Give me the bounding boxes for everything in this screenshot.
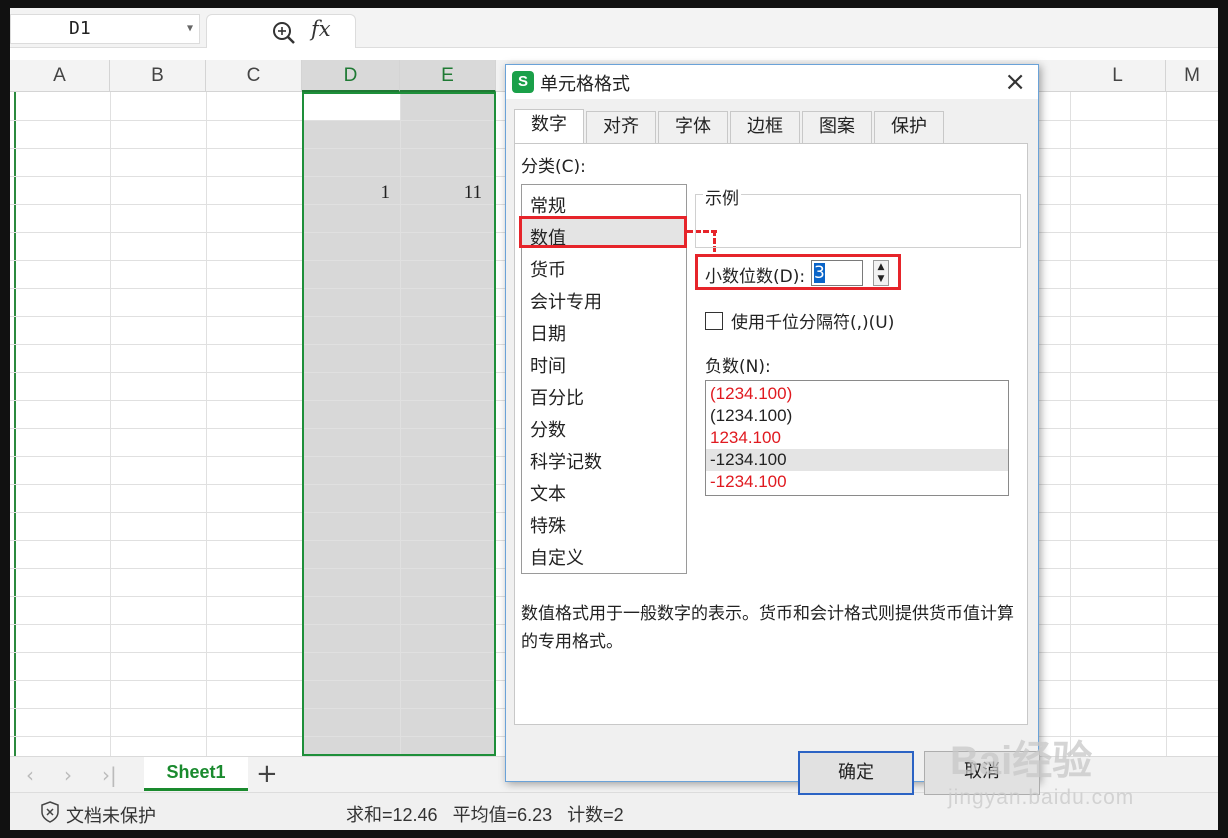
negative-numbers-list[interactable]: (1234.100) (1234.100) 1234.100 -1234.100… bbox=[705, 380, 1009, 496]
negative-numbers-label: 负数(N): bbox=[705, 357, 771, 377]
dialog-title-bar[interactable]: S 单元格格式 × bbox=[506, 65, 1038, 99]
category-fraction[interactable]: 分数 bbox=[530, 416, 566, 442]
shield-icon bbox=[40, 801, 60, 828]
active-cell-d1[interactable] bbox=[304, 92, 400, 120]
chevron-down-icon[interactable]: ▼ bbox=[187, 15, 193, 43]
function-icon[interactable]: fx bbox=[311, 17, 331, 41]
negative-option[interactable]: (1234.100) bbox=[706, 405, 1008, 427]
category-special[interactable]: 特殊 bbox=[530, 512, 566, 538]
grid-line bbox=[400, 92, 401, 756]
category-custom[interactable]: 自定义 bbox=[530, 544, 584, 570]
close-icon[interactable]: × bbox=[1004, 67, 1026, 97]
grid-line bbox=[1166, 92, 1167, 756]
tab-protection[interactable]: 保护 bbox=[874, 111, 944, 143]
tab-border[interactable]: 边框 bbox=[730, 111, 800, 143]
name-box[interactable]: D1 ▼ bbox=[10, 14, 200, 44]
spinner-down-icon[interactable]: ▼ bbox=[874, 273, 888, 285]
column-header-d[interactable]: D bbox=[302, 60, 400, 92]
last-sheet-icon[interactable]: ›| bbox=[102, 763, 117, 787]
zoom-search-icon[interactable] bbox=[271, 20, 297, 50]
negative-option[interactable]: (1234.100) bbox=[706, 383, 1008, 405]
category-date[interactable]: 日期 bbox=[530, 320, 566, 346]
sample-group bbox=[695, 194, 1021, 248]
thousands-separator-checkbox[interactable] bbox=[705, 311, 723, 330]
cancel-button[interactable]: 取消 bbox=[924, 751, 1040, 795]
number-tab-panel: 分类(C): 常规 数值 货币 会计专用 日期 时间 百分比 分数 科学记数 文… bbox=[514, 143, 1028, 725]
format-cells-dialog: S 单元格格式 × 数字 对齐 字体 边框 图案 保护 分类(C): 常规 数值… bbox=[505, 64, 1040, 795]
column-header-m[interactable]: M bbox=[1166, 60, 1218, 92]
average-stat: 平均值=6.23 bbox=[452, 805, 553, 825]
thousands-separator-option[interactable]: 使用千位分隔符(,)(U) bbox=[705, 308, 894, 333]
selection-stats: 求和=12.46 平均值=6.23 计数=2 bbox=[346, 801, 634, 827]
decimal-places-input[interactable]: 3 bbox=[811, 260, 863, 286]
category-list[interactable]: 常规 数值 货币 会计专用 日期 时间 百分比 分数 科学记数 文本 特殊 自定… bbox=[521, 184, 687, 574]
column-header-b[interactable]: B bbox=[110, 60, 206, 92]
wps-logo-icon: S bbox=[512, 71, 534, 93]
column-header-e[interactable]: E bbox=[400, 60, 496, 92]
category-general[interactable]: 常规 bbox=[530, 192, 566, 218]
sample-label: 示例 bbox=[703, 184, 741, 209]
dialog-title: 单元格格式 bbox=[540, 74, 630, 95]
category-percentage[interactable]: 百分比 bbox=[530, 384, 584, 410]
sum-stat: 求和=12.46 bbox=[346, 805, 438, 825]
grid-line bbox=[206, 92, 207, 756]
category-text[interactable]: 文本 bbox=[530, 480, 566, 506]
decimal-places-label: 小数位数(D): bbox=[705, 267, 806, 287]
category-time[interactable]: 时间 bbox=[530, 352, 566, 378]
spreadsheet-window: D1 ▼ fx A B C D E L M 1 11 ‹ › ›| Sheet1… bbox=[10, 8, 1218, 830]
tab-number[interactable]: 数字 bbox=[514, 109, 584, 143]
format-description: 数值格式用于一般数字的表示。货币和会计格式则提供货币值计算的专用格式。 bbox=[521, 604, 1014, 652]
decimal-places-value: 3 bbox=[814, 263, 825, 283]
count-stat: 计数=2 bbox=[567, 805, 624, 825]
negative-option[interactable]: 1234.100 bbox=[706, 427, 1008, 449]
chevron-left-icon[interactable]: ‹ bbox=[26, 763, 34, 787]
category-label: 分类(C): bbox=[521, 157, 586, 177]
ok-button[interactable]: 确定 bbox=[798, 751, 914, 795]
negative-option-selected[interactable]: -1234.100 bbox=[706, 449, 1008, 471]
chevron-right-icon[interactable]: › bbox=[64, 763, 72, 787]
protection-status-label: 文档未保护 bbox=[66, 805, 156, 826]
cell-d4[interactable]: 1 bbox=[310, 182, 391, 204]
column-header-l[interactable]: L bbox=[1070, 60, 1166, 92]
name-box-value: D1 bbox=[69, 18, 91, 39]
add-sheet-icon[interactable]: + bbox=[256, 759, 278, 789]
grid-line bbox=[110, 92, 111, 756]
spinner-up-icon[interactable]: ▲ bbox=[874, 261, 888, 273]
document-protection[interactable]: 文档未保护 bbox=[40, 801, 156, 828]
grid-line bbox=[1070, 92, 1071, 756]
thousands-separator-label: 使用千位分隔符(,)(U) bbox=[731, 313, 895, 333]
decimal-spinner[interactable]: ▲ ▼ bbox=[873, 260, 889, 286]
tab-font[interactable]: 字体 bbox=[658, 111, 728, 143]
category-number[interactable]: 数值 bbox=[530, 224, 566, 250]
category-scientific[interactable]: 科学记数 bbox=[530, 448, 602, 474]
negative-option[interactable]: -1234.100 bbox=[706, 471, 1008, 493]
category-accounting[interactable]: 会计专用 bbox=[530, 288, 602, 314]
formula-tools: fx bbox=[206, 14, 356, 48]
cell-e4[interactable]: 11 bbox=[406, 182, 482, 204]
column-header-c[interactable]: C bbox=[206, 60, 302, 92]
column-header-a[interactable]: A bbox=[10, 60, 110, 92]
status-bar: 文档未保护 求和=12.46 平均值=6.23 计数=2 bbox=[10, 792, 1218, 830]
row-header-divider bbox=[14, 92, 16, 756]
formula-bar: D1 ▼ fx bbox=[10, 8, 1218, 48]
dialog-body: 数字 对齐 字体 边框 图案 保护 分类(C): 常规 数值 货币 会计专用 日… bbox=[506, 99, 1040, 795]
sheet-tab-sheet1[interactable]: Sheet1 bbox=[144, 757, 248, 791]
tab-pattern[interactable]: 图案 bbox=[802, 111, 872, 143]
category-currency[interactable]: 货币 bbox=[530, 256, 566, 282]
tab-alignment[interactable]: 对齐 bbox=[586, 111, 656, 143]
